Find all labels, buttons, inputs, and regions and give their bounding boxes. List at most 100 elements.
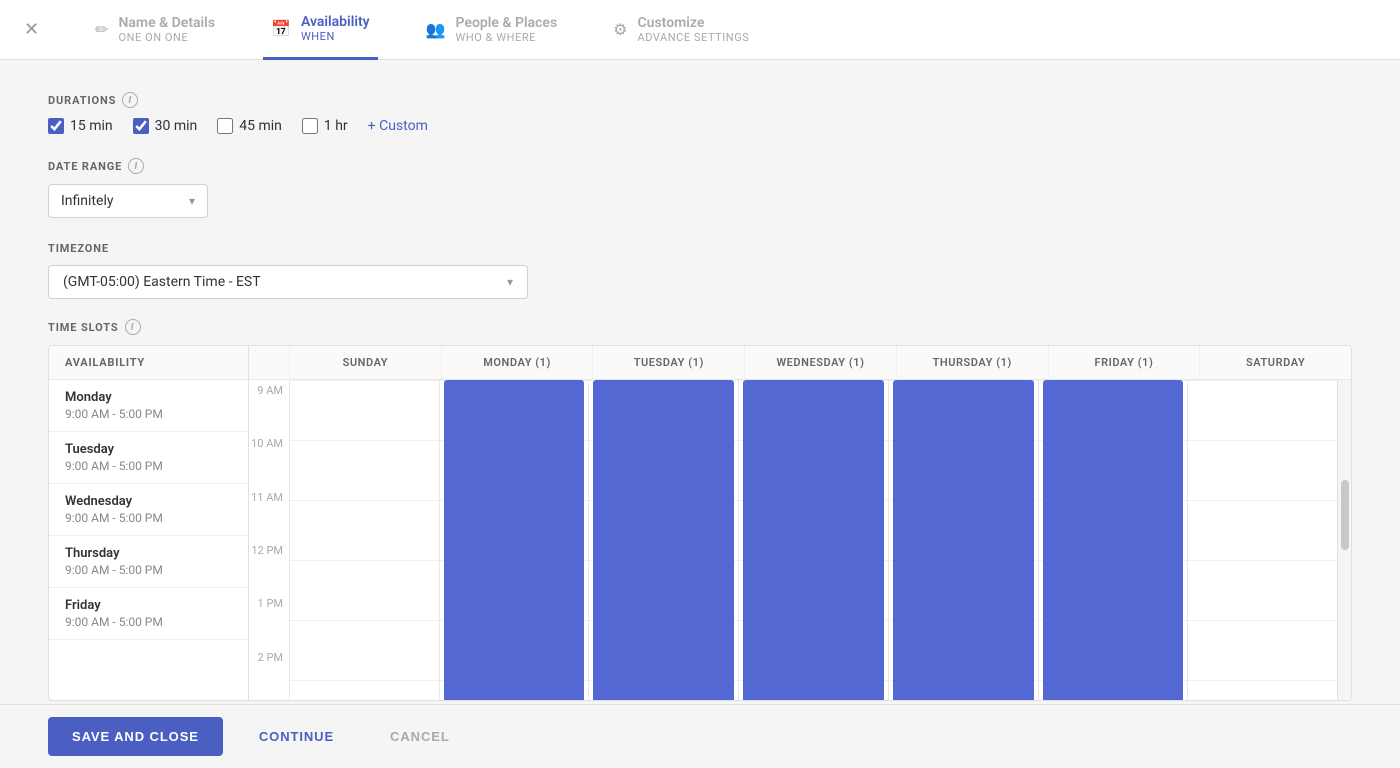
time-label-9am: 9 AM	[249, 380, 289, 433]
cal-col-sunday[interactable]	[289, 380, 439, 700]
availability-block-monday[interactable]: 9:00 AM - 5:00 PM	[444, 380, 585, 700]
cal-col-wednesday[interactable]: 9:00 AM - 5:00 PM	[738, 380, 888, 700]
step-people-sub: Who & Where	[456, 31, 558, 44]
hour-line	[290, 620, 439, 621]
timezone-section: TIMEZONE (GMT-05:00) Eastern Time - EST …	[48, 242, 1352, 299]
scroll-indicator	[1337, 380, 1351, 700]
time-labels-column: 9 AM 10 AM 11 AM 12 PM 1 PM 2 PM	[249, 380, 289, 700]
hour-line	[1188, 680, 1337, 681]
duration-1hr[interactable]: 1 hr	[302, 118, 348, 134]
cal-col-friday[interactable]: 9:00 AM - 5:00 PM	[1038, 380, 1188, 700]
duration-30min[interactable]: 30 min	[133, 118, 198, 134]
step-name-details[interactable]: ✏ Name & Details One on One	[87, 0, 223, 60]
time-label-2pm: 2 PM	[249, 647, 289, 700]
step-customize-title: Customize	[638, 15, 750, 31]
hour-line	[290, 560, 439, 561]
cal-header-thursday: THURSDAY (1)	[896, 346, 1048, 379]
time-label-11am: 11 AM	[249, 487, 289, 540]
cancel-button[interactable]: CANCEL	[370, 717, 470, 756]
durations-row: 15 min 30 min 45 min 1 hr + Custom	[48, 118, 1352, 134]
avail-friday-day: Friday	[65, 598, 232, 613]
cal-col-monday[interactable]: 9:00 AM - 5:00 PM	[439, 380, 589, 700]
avail-monday-day: Monday	[65, 390, 232, 405]
avail-wednesday: Wednesday 9:00 AM - 5:00 PM	[49, 484, 248, 536]
cal-col-tuesday[interactable]: 9:00 AM - 5:00 PM	[588, 380, 738, 700]
availability-block-tuesday[interactable]: 9:00 AM - 5:00 PM	[593, 380, 734, 700]
availability-block-friday[interactable]: 9:00 AM - 5:00 PM	[1043, 380, 1184, 700]
calendar-header: SUNDAY MONDAY (1) TUESDAY (1) WEDNESDAY …	[249, 346, 1351, 380]
date-range-info-icon: i	[128, 158, 144, 174]
duration-15min-checkbox[interactable]	[48, 118, 64, 134]
main-content: DURATIONS i 15 min 30 min 45 min 1 hr + …	[0, 60, 1400, 733]
cal-header-monday: MONDAY (1)	[441, 346, 593, 379]
time-label-10am: 10 AM	[249, 433, 289, 486]
save-and-close-button[interactable]: SAVE AND CLOSE	[48, 717, 223, 756]
avail-thursday-day: Thursday	[65, 546, 232, 561]
availability-list: AVAILABILITY Monday 9:00 AM - 5:00 PM Tu…	[49, 346, 249, 700]
timezone-dropdown[interactable]: (GMT-05:00) Eastern Time - EST ▾	[48, 265, 528, 299]
date-range-section: DATE RANGE i Infinitely ▾	[48, 158, 1352, 218]
timezone-value: (GMT-05:00) Eastern Time - EST	[63, 274, 261, 290]
step-customize[interactable]: ⚙ Customize Advance Settings	[605, 0, 757, 60]
hour-line	[1188, 560, 1337, 561]
continue-button[interactable]: CONTINUE	[239, 717, 354, 756]
avail-wednesday-day: Wednesday	[65, 494, 232, 509]
duration-15min[interactable]: 15 min	[48, 118, 113, 134]
availability-block-thursday[interactable]: 9:00 AM - 5:00 PM	[893, 380, 1034, 700]
availability-block-wednesday[interactable]: 9:00 AM - 5:00 PM	[743, 380, 884, 700]
calendar-icon: 📅	[271, 19, 291, 38]
duration-45min[interactable]: 45 min	[217, 118, 282, 134]
time-slots-container: AVAILABILITY Monday 9:00 AM - 5:00 PM Tu…	[48, 345, 1352, 701]
hour-line	[1188, 500, 1337, 501]
settings-icon: ⚙	[613, 20, 627, 39]
step-availability[interactable]: 📅 Availability When	[263, 0, 378, 60]
step-name-details-sub: One on One	[119, 31, 216, 44]
calendar-grid: SUNDAY MONDAY (1) TUESDAY (1) WEDNESDAY …	[249, 346, 1351, 700]
timezone-label: TIMEZONE	[48, 242, 1352, 255]
avail-friday-time: 9:00 AM - 5:00 PM	[65, 615, 232, 629]
hour-line	[290, 500, 439, 501]
step-availability-sub: When	[301, 30, 370, 43]
top-nav: ✕ ✏ Name & Details One on One 📅 Availabi…	[0, 0, 1400, 60]
date-range-dropdown[interactable]: Infinitely ▾	[48, 184, 208, 218]
avail-tuesday-day: Tuesday	[65, 442, 232, 457]
hour-line	[290, 380, 439, 381]
calendar-body[interactable]: 9 AM 10 AM 11 AM 12 PM 1 PM 2 PM	[249, 380, 1351, 700]
avail-friday: Friday 9:00 AM - 5:00 PM	[49, 588, 248, 640]
hour-line	[1188, 620, 1337, 621]
hour-line	[1188, 380, 1337, 381]
custom-duration-link[interactable]: + Custom	[368, 118, 428, 134]
duration-45min-checkbox[interactable]	[217, 118, 233, 134]
edit-icon: ✏	[95, 20, 108, 39]
cal-col-saturday[interactable]	[1187, 380, 1337, 700]
avail-tuesday-time: 9:00 AM - 5:00 PM	[65, 459, 232, 473]
avail-monday: Monday 9:00 AM - 5:00 PM	[49, 380, 248, 432]
hour-line	[1188, 440, 1337, 441]
date-range-value: Infinitely	[61, 193, 113, 209]
timeslots-label: TIME SLOTS i	[48, 319, 1352, 335]
cal-col-thursday[interactable]: 9:00 AM - 5:00 PM	[888, 380, 1038, 700]
hour-line	[290, 680, 439, 681]
duration-1hr-checkbox[interactable]	[302, 118, 318, 134]
timeslots-section: TIME SLOTS i AVAILABILITY Monday 9:00 AM…	[48, 319, 1352, 701]
close-button[interactable]: ✕	[24, 19, 39, 40]
availability-list-header: AVAILABILITY	[49, 346, 248, 380]
time-label-1pm: 1 PM	[249, 593, 289, 646]
cal-header-tuesday: TUESDAY (1)	[592, 346, 744, 379]
step-people-places[interactable]: 👥 People & Places Who & Where	[418, 0, 566, 60]
avail-thursday-time: 9:00 AM - 5:00 PM	[65, 563, 232, 577]
step-customize-sub: Advance Settings	[638, 31, 750, 44]
scroll-thumb	[1341, 480, 1349, 550]
bottom-bar: SAVE AND CLOSE CONTINUE CANCEL	[0, 704, 1400, 768]
avail-tuesday: Tuesday 9:00 AM - 5:00 PM	[49, 432, 248, 484]
people-icon: 👥	[426, 20, 446, 39]
step-name-details-title: Name & Details	[119, 15, 216, 31]
cal-header-friday: FRIDAY (1)	[1048, 346, 1200, 379]
duration-30min-checkbox[interactable]	[133, 118, 149, 134]
avail-wednesday-time: 9:00 AM - 5:00 PM	[65, 511, 232, 525]
step-people-title: People & Places	[456, 15, 558, 31]
time-label-12pm: 12 PM	[249, 540, 289, 593]
cal-header-wednesday: WEDNESDAY (1)	[744, 346, 896, 379]
date-range-label: DATE RANGE i	[48, 158, 1352, 174]
hour-line	[290, 440, 439, 441]
